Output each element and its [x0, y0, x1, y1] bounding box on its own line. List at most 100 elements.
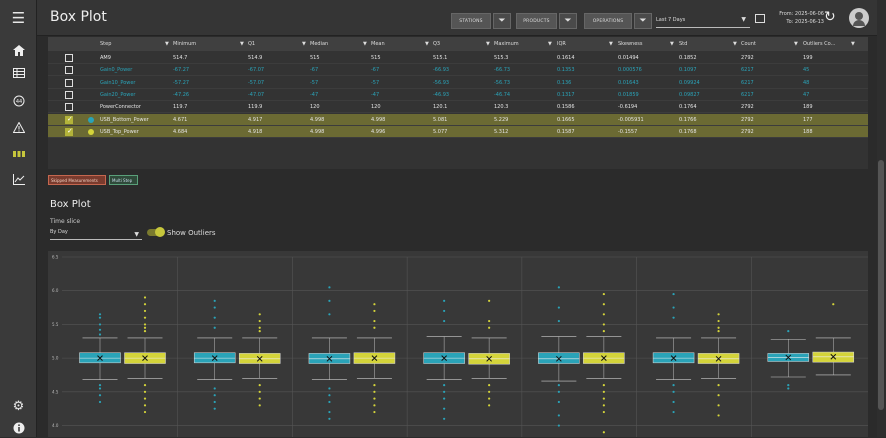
table-cell: USB_Bottom_Power: [100, 116, 149, 123]
sort-arrow-icon[interactable]: ▼: [165, 41, 169, 47]
outlier-point: [373, 383, 376, 387]
table-cell: 0.1586: [557, 104, 575, 111]
refresh-icon[interactable]: ↻: [824, 9, 836, 25]
table-row[interactable]: PowerConnector 119.7 119.9 120 120 120.1 120.3…: [48, 101, 868, 114]
outlier-point: [443, 319, 446, 323]
column-header[interactable]: IQR: [557, 41, 566, 47]
outlier-point: [143, 303, 147, 306]
row-checkbox[interactable]: [65, 90, 73, 99]
outlier-point: [717, 404, 720, 407]
statistics-table: Step Minimum ▼ Q1 ▼ Median ▼ Mean ▼ Q3 ▼ Maximum ▼ IQ…: [48, 37, 868, 169]
table-row[interactable]: Gain0_Power -67.27 -67.07 -67 -67 -66.93 -66.7…: [48, 64, 868, 77]
sort-arrow-icon[interactable]: ▼: [425, 41, 429, 47]
warning-icon[interactable]: [0, 117, 37, 137]
time-range-select[interactable]: Last 7 Days ▼: [656, 14, 750, 28]
box-plot-svg: 6.5 6.0 5.5 5.0 4.5 4.0: [48, 251, 868, 437]
info-icon[interactable]: [0, 418, 37, 438]
table-row[interactable]: USB_Bottom_Power 4.671 4.917 4.998 4.998 5.08…: [48, 113, 868, 126]
box-plot-nav-icon[interactable]: [0, 144, 37, 164]
outlier-point: [443, 383, 446, 387]
sort-arrow-icon[interactable]: ▼: [548, 41, 552, 47]
table-cell: 4.918: [248, 128, 263, 135]
hamburger-menu-icon[interactable]: ☰: [0, 8, 37, 28]
sort-arrow-icon[interactable]: ▼: [609, 41, 613, 47]
table-icon[interactable]: [0, 63, 37, 83]
sort-arrow-icon[interactable]: ▼: [486, 41, 490, 47]
table-row[interactable]: USB_Top_Power 4.684 4.918 4.998 4.996 5.077 5.…: [48, 125, 868, 138]
y-tick-label: 6.5: [52, 255, 59, 260]
column-header[interactable]: Median: [310, 41, 328, 47]
column-header[interactable]: Q3: [433, 41, 440, 47]
sort-arrow-icon[interactable]: ▼: [794, 41, 798, 47]
outlier-point: [328, 394, 331, 397]
column-header[interactable]: Std: [679, 41, 687, 47]
table-row[interactable]: Gain10_Power -57.27 -57.07 -57 -57 -56.93 -56.…: [48, 77, 868, 89]
table-cell: 119.9: [248, 104, 263, 111]
column-header[interactable]: Count: [741, 41, 756, 47]
column-header[interactable]: Maximum: [494, 41, 519, 47]
table-cell: -57: [371, 79, 380, 86]
sidebar: ☰ 44 ⚙: [0, 0, 37, 437]
row-checkbox[interactable]: [65, 115, 73, 124]
stations-filter-button[interactable]: STATIONS: [451, 13, 491, 29]
outlier-point: [213, 326, 216, 329]
outlier-point: [373, 397, 376, 400]
scrollbar-thumb[interactable]: [878, 160, 884, 410]
column-header[interactable]: Step: [100, 41, 111, 47]
operations-filter-icon[interactable]: ⏷: [634, 13, 652, 29]
outlier-point: [832, 303, 835, 306]
outlier-point: [373, 410, 376, 414]
calendar-icon[interactable]: [755, 14, 765, 23]
page-scrollbar[interactable]: [877, 0, 886, 437]
multi-step-tag[interactable]: Multi Step: [109, 175, 138, 185]
column-header[interactable]: Skewness: [618, 41, 643, 47]
table-cell: Gain10_Power: [100, 79, 136, 86]
sort-arrow-icon[interactable]: ▼: [670, 41, 674, 47]
outlier-point: [717, 383, 720, 387]
home-icon[interactable]: [0, 40, 37, 60]
table-row[interactable]: Gain20_Power -47.26 -47.07 -47 -47 -46.93 -46.…: [48, 89, 868, 101]
time-slice-select[interactable]: By Day ▼: [50, 229, 142, 240]
show-outliers-toggle-knob[interactable]: [155, 227, 165, 237]
row-checkbox[interactable]: [65, 66, 73, 75]
sort-arrow-icon[interactable]: ▼: [363, 41, 367, 47]
row-checkbox[interactable]: [65, 103, 73, 112]
skipped-measurements-tag[interactable]: Skipped Measurements: [48, 175, 106, 185]
column-header[interactable]: Outliers Co...: [803, 41, 835, 47]
row-checkbox[interactable]: [65, 127, 73, 136]
sort-arrow-icon[interactable]: ▼: [302, 41, 306, 47]
outlier-point: [717, 330, 720, 333]
outlier-point: [787, 383, 790, 387]
settings-gear-icon[interactable]: ⚙: [0, 396, 37, 416]
column-header[interactable]: Minimum: [173, 41, 196, 47]
outlier-point: [98, 400, 102, 404]
row-checkbox[interactable]: [65, 78, 73, 87]
column-header[interactable]: Q1: [248, 41, 255, 47]
outlier-point: [258, 330, 261, 333]
line-chart-icon[interactable]: [0, 169, 37, 189]
outlier-point: [557, 383, 560, 387]
outlier-point: [488, 383, 491, 387]
sort-arrow-icon[interactable]: ▼: [733, 41, 737, 47]
user-avatar[interactable]: [849, 8, 869, 28]
column-header[interactable]: Mean: [371, 41, 385, 47]
table-row[interactable]: AM9 514.7 514.9 515 515 515.1 515.3 0.1614 0.014…: [48, 52, 868, 64]
outlier-point: [213, 306, 216, 309]
outlier-point: [143, 309, 147, 313]
row-checkbox[interactable]: [65, 54, 73, 62]
table-cell: -46.74: [494, 91, 511, 98]
table-cell: 5.229: [494, 116, 509, 123]
chevron-down-icon: ▼: [741, 16, 746, 23]
sort-arrow-icon[interactable]: ▼: [240, 41, 244, 47]
operations-filter-button[interactable]: OPERATIONS: [584, 13, 632, 29]
stations-filter-icon[interactable]: ⏷: [493, 13, 511, 29]
column-menu-icon[interactable]: ▼: [851, 41, 855, 47]
outlier-point: [672, 400, 675, 404]
gauge-icon[interactable]: 44: [0, 91, 37, 111]
products-filter-button[interactable]: PRODUCTS: [516, 13, 557, 29]
outlier-point: [488, 390, 491, 393]
products-filter-icon[interactable]: ⏷: [559, 13, 577, 29]
box-plot-chart: 6.5 6.0 5.5 5.0 4.5 4.0: [48, 251, 868, 437]
table-cell: USB_Top_Power: [100, 128, 139, 135]
table-cell: -67: [371, 67, 380, 74]
